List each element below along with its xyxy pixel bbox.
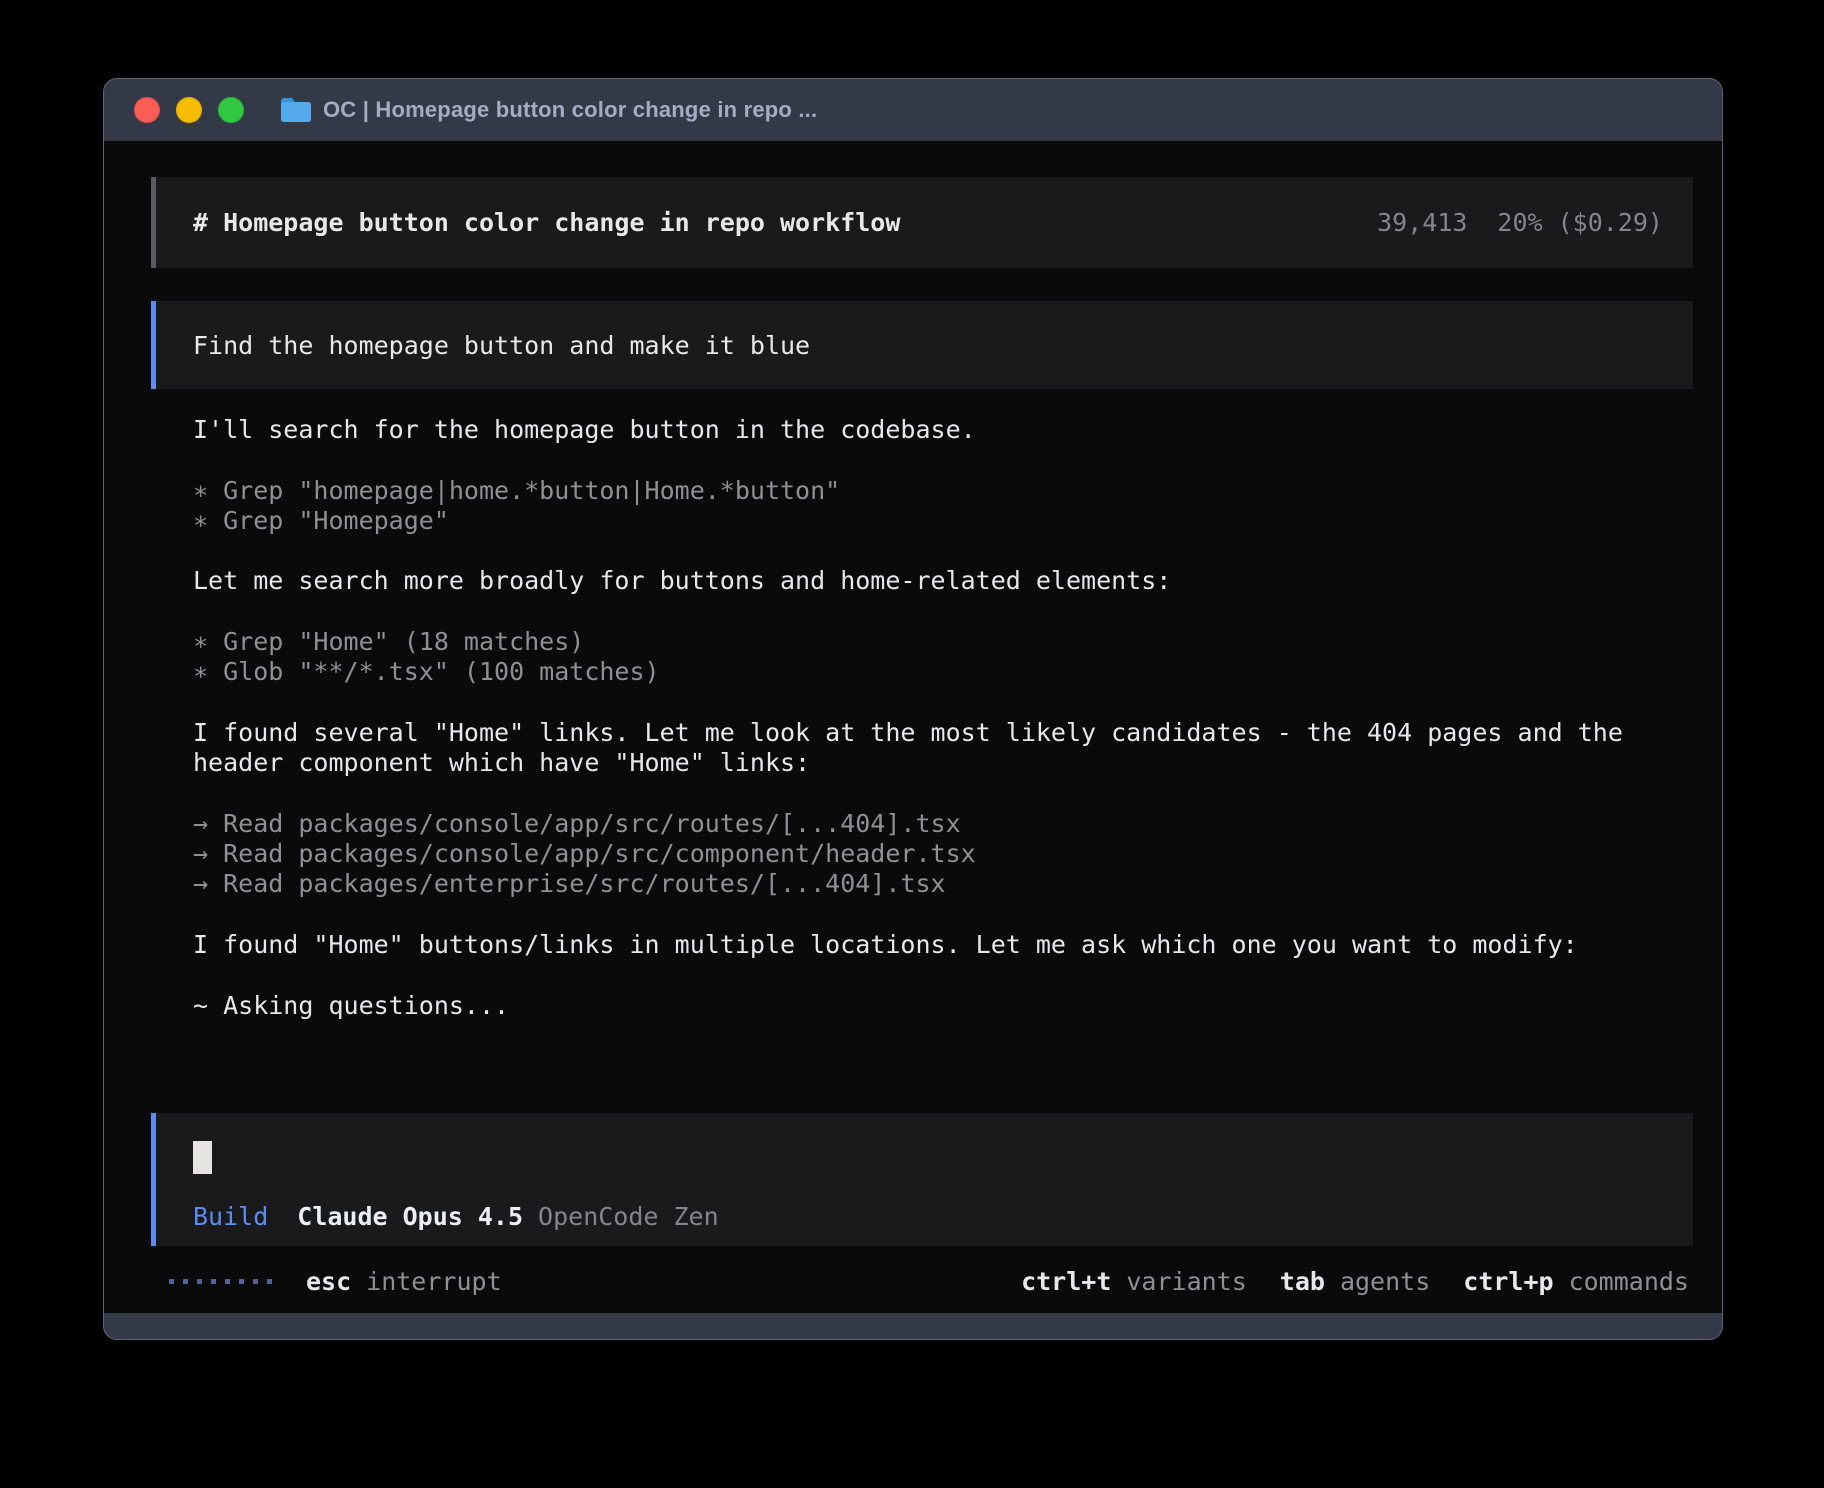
transcript-line: ~ Asking questions... [193, 991, 1623, 1021]
token-count: 39,413 [1377, 208, 1467, 237]
terminal-window: OC | Homepage button color change in rep… [103, 78, 1723, 1340]
session-stats: 39,413 20% ($0.29) [1377, 208, 1663, 237]
transcript-line: ∗ Grep "Homepage" [193, 506, 1623, 536]
transcript-line: I found "Home" buttons/links in multiple… [193, 930, 1623, 960]
transcript-blank-line [193, 688, 1623, 718]
shortcut-hint: tab agents [1280, 1267, 1430, 1296]
transcript-line: ∗ Grep "homepage|home.*button|Home.*butt… [193, 476, 1623, 506]
model-provider-label: OpenCode Zen [538, 1202, 719, 1231]
spinner-dot [197, 1279, 202, 1284]
status-bar-left: esc interrupt [169, 1267, 502, 1296]
shortcut-key: ctrl+p [1463, 1267, 1553, 1296]
spinner-dot [239, 1279, 244, 1284]
shortcut-key: ctrl+t [1021, 1267, 1111, 1296]
spinner-dot [267, 1279, 272, 1284]
spinner-dots [169, 1279, 272, 1284]
maximize-button[interactable] [218, 97, 244, 123]
session-title: # Homepage button color change in repo w… [193, 208, 900, 237]
traffic-lights [134, 97, 244, 123]
model-line: Build Claude Opus 4.5 OpenCode Zen [193, 1202, 719, 1231]
transcript-line: header component which have "Home" links… [193, 748, 1623, 778]
spinner-dot [225, 1279, 230, 1284]
spinner-dot [183, 1279, 188, 1284]
assistant-transcript: I'll search for the homepage button in t… [193, 415, 1623, 1021]
status-bar: esc interrupt ctrl+tvariantstabagentsctr… [151, 1266, 1693, 1296]
transcript-line: ∗ Grep "Home" (18 matches) [193, 627, 1623, 657]
transcript-line: ∗ Glob "**/*.tsx" (100 matches) [193, 657, 1623, 687]
close-button[interactable] [134, 97, 160, 123]
user-message: Find the homepage button and make it blu… [151, 301, 1693, 389]
window-title: OC | Homepage button color change in rep… [323, 97, 817, 123]
spinner-dot [169, 1279, 174, 1284]
folder-icon [279, 96, 313, 124]
model-name-label: Claude Opus 4.5 [297, 1202, 523, 1231]
terminal-content: # Homepage button color change in repo w… [104, 141, 1722, 1313]
transcript-line: → Read packages/console/app/src/componen… [193, 839, 1623, 869]
transcript-line: I found several "Home" links. Let me loo… [193, 718, 1623, 748]
transcript-blank-line [193, 597, 1623, 627]
transcript-blank-line [193, 536, 1623, 566]
transcript-blank-line [193, 445, 1623, 475]
user-message-text: Find the homepage button and make it blu… [193, 331, 810, 360]
esc-key-hint: esc [306, 1267, 351, 1296]
shortcut-label: commands [1569, 1267, 1689, 1296]
transcript-blank-line [193, 960, 1623, 990]
prompt-input[interactable]: Build Claude Opus 4.5 OpenCode Zen [151, 1113, 1693, 1246]
transcript-line: → Read packages/enterprise/src/routes/[.… [193, 869, 1623, 899]
shortcut-hint: ctrl+t variants [1021, 1267, 1247, 1296]
session-header: # Homepage button color change in repo w… [151, 177, 1693, 268]
spinner-dot [253, 1279, 258, 1284]
window-titlebar[interactable]: OC | Homepage button color change in rep… [104, 79, 1722, 141]
agent-mode-label[interactable]: Build [193, 1202, 268, 1231]
spinner-dot [211, 1279, 216, 1284]
context-usage: 20% ($0.29) [1497, 208, 1663, 237]
transcript-blank-line [193, 779, 1623, 809]
transcript-line: Let me search more broadly for buttons a… [193, 566, 1623, 596]
transcript-blank-line [193, 900, 1623, 930]
shortcut-hint: ctrl+p commands [1463, 1267, 1689, 1296]
text-cursor [193, 1141, 212, 1174]
shortcut-key: tab [1280, 1267, 1325, 1296]
shortcut-label: variants [1126, 1267, 1246, 1296]
transcript-line: → Read packages/console/app/src/routes/[… [193, 809, 1623, 839]
shortcut-label: agents [1340, 1267, 1430, 1296]
esc-action-label: interrupt [366, 1267, 501, 1296]
minimize-button[interactable] [176, 97, 202, 123]
transcript-line: I'll search for the homepage button in t… [193, 415, 1623, 445]
status-bar-shortcuts: ctrl+t variants tab agents ctrl+p commands [1021, 1267, 1689, 1296]
